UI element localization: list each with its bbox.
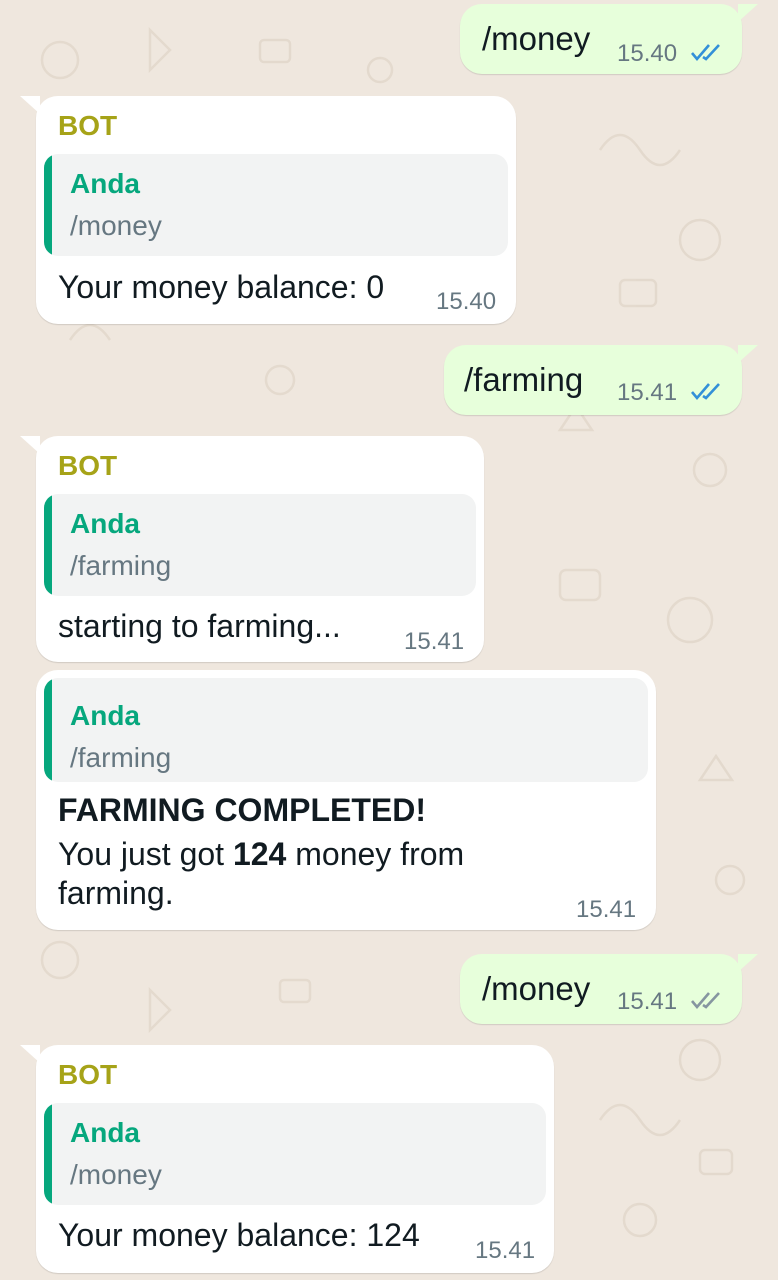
outgoing-message[interactable]: /money 15.41: [460, 954, 758, 1024]
sender-name: BOT: [58, 450, 118, 481]
quote-text: /farming: [70, 742, 172, 773]
quote-bar: [44, 1103, 52, 1205]
quote-author: Anda: [70, 1117, 140, 1148]
quote-author: Anda: [70, 700, 140, 731]
bubble-tail: [738, 345, 758, 363]
incoming-message[interactable]: BOT Anda /money Your money balance: 0 15…: [20, 96, 516, 324]
line-prefix: You just got: [58, 836, 233, 872]
read-ticks-icon: [691, 383, 720, 401]
message-time: 15.41: [576, 896, 637, 923]
quote-bar: [44, 678, 52, 782]
message-time: 15.40: [436, 288, 497, 315]
outgoing-message[interactable]: /money 15.40: [460, 4, 758, 74]
quoted-message[interactable]: Anda /farming: [44, 494, 476, 596]
sender-name: BOT: [58, 1059, 118, 1090]
quoted-message[interactable]: Anda /money: [44, 154, 508, 256]
quote-author: Anda: [70, 168, 140, 199]
message-text: /money: [482, 970, 591, 1007]
outgoing-message[interactable]: /farming 15.41: [444, 345, 758, 415]
bubble-tail: [20, 1045, 40, 1063]
incoming-message[interactable]: BOT Anda /money Your money balance: 124 …: [20, 1045, 554, 1273]
message-text: /farming: [464, 361, 584, 398]
message-time: 15.41: [617, 379, 678, 406]
delivered-ticks-icon: [691, 992, 720, 1010]
incoming-message[interactable]: Anda /farming FARMING COMPLETED! You jus…: [36, 670, 656, 930]
bubble-tail: [738, 4, 758, 22]
bubble-tail: [20, 96, 40, 114]
sender-name: BOT: [58, 110, 118, 141]
read-ticks-icon: [691, 44, 720, 62]
message-time: 15.41: [617, 988, 678, 1015]
money-amount: 124: [232, 836, 287, 872]
message-line-1: You just got 124 money from: [58, 836, 464, 873]
message-line-2: farming.: [58, 875, 174, 911]
quote-text: /money: [70, 1159, 162, 1190]
message-text: /money: [482, 20, 591, 57]
message-time: 15.41: [475, 1237, 536, 1264]
message-title: FARMING COMPLETED!: [58, 792, 426, 828]
message-text: starting to farming...: [58, 608, 341, 644]
quote-author: Anda: [70, 508, 140, 539]
message-text: Your money balance: 0: [58, 269, 385, 305]
bubble-tail: [738, 954, 758, 972]
quote-text: /money: [70, 210, 162, 241]
incoming-message[interactable]: BOT Anda /farming starting to farming...…: [20, 436, 484, 662]
quoted-message[interactable]: Anda /money: [44, 1103, 546, 1205]
line-suffix: money from: [286, 836, 465, 872]
quoted-message[interactable]: Anda /farming: [44, 678, 648, 782]
bubble-tail: [20, 436, 40, 454]
quote-bar: [44, 494, 52, 596]
message-text: Your money balance: 124: [58, 1217, 420, 1253]
quote-text: /farming: [70, 550, 172, 581]
message-time: 15.40: [617, 40, 678, 67]
message-time: 15.41: [404, 628, 465, 655]
quote-bar: [44, 154, 52, 256]
